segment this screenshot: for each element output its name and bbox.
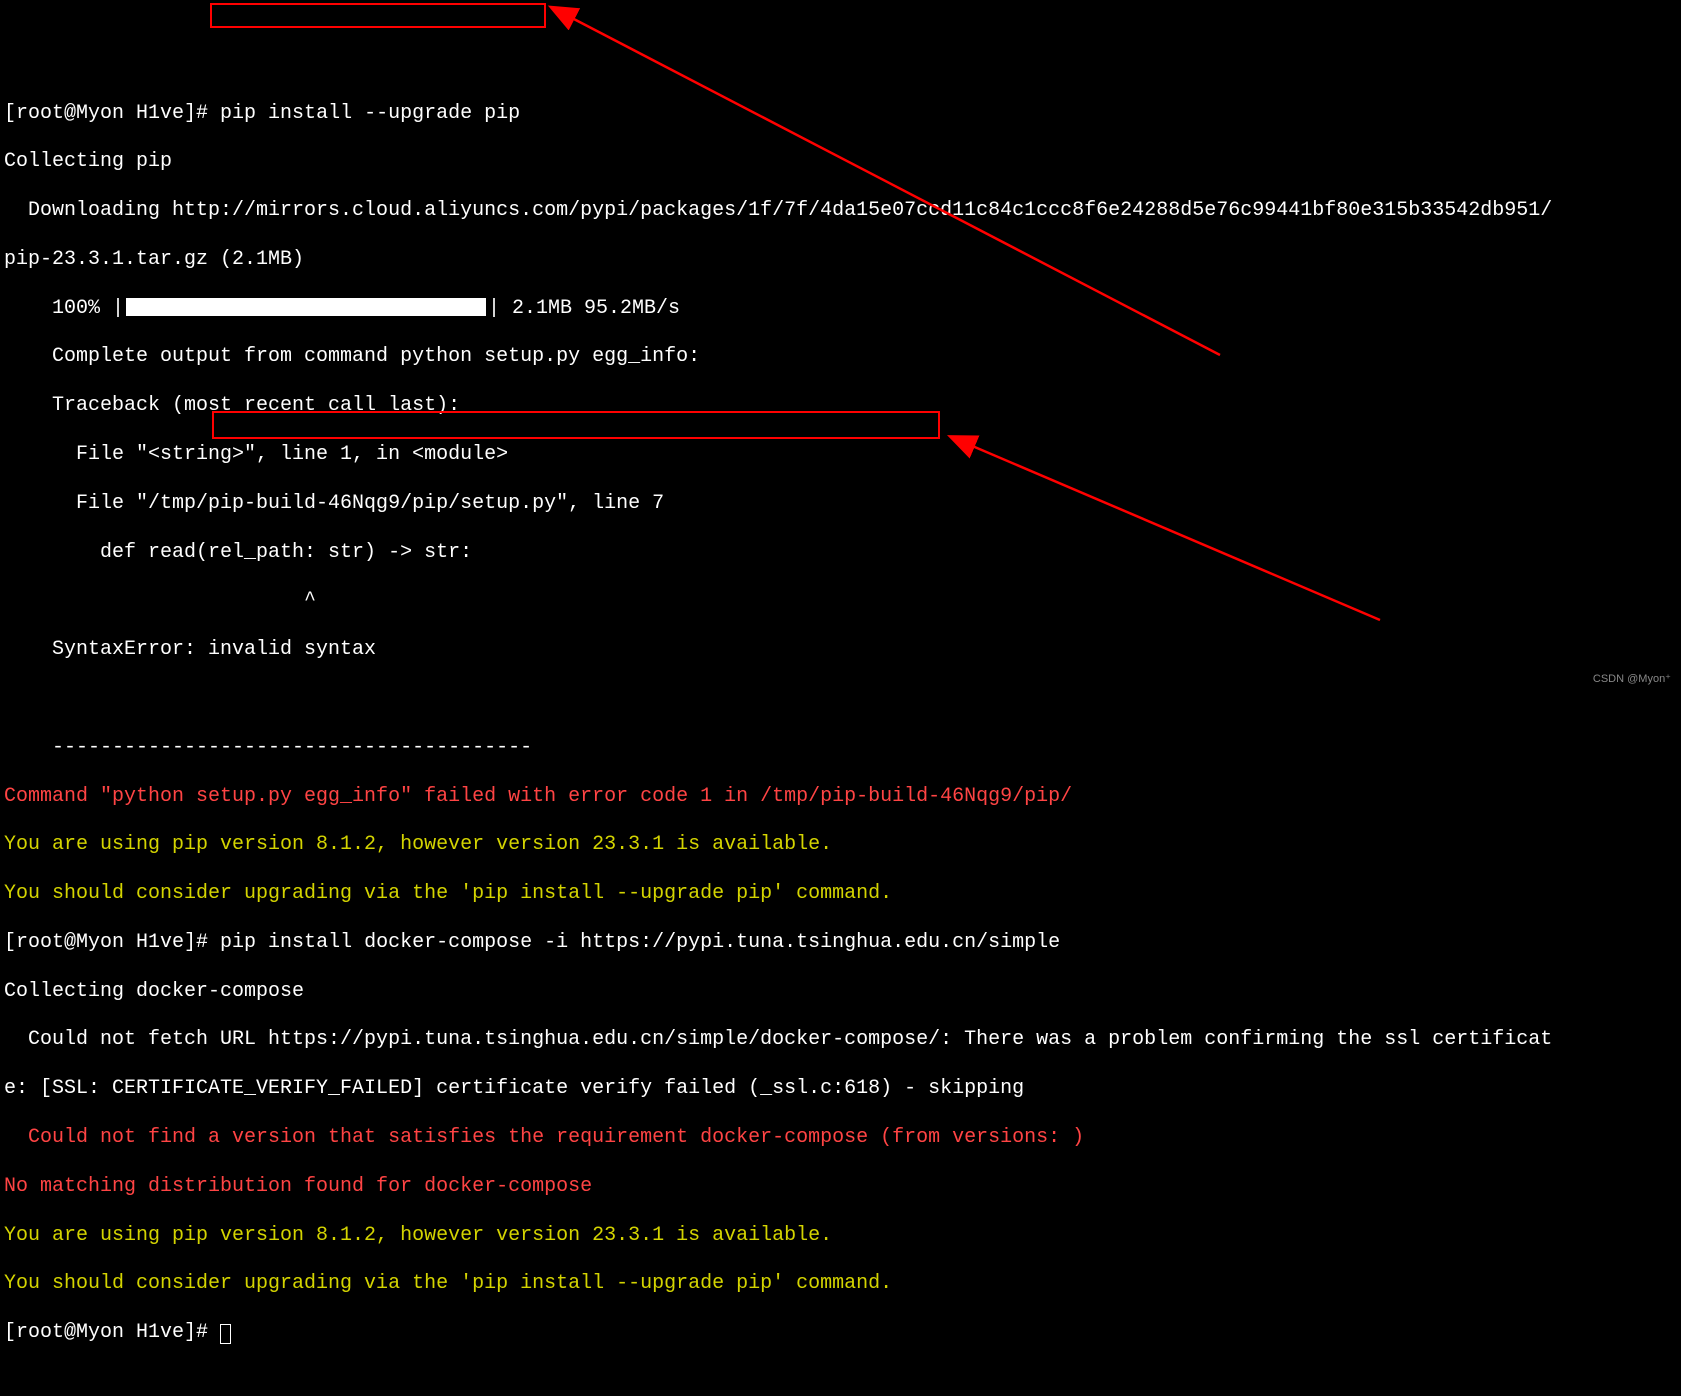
shell-prompt: [root@Myon H1ve]# xyxy=(4,102,220,125)
output-line: File "<string>", line 1, in <module> xyxy=(4,443,1681,467)
warning-line: You are using pip version 8.1.2, however… xyxy=(4,1224,1681,1248)
command-text[interactable]: pip install --upgrade pip xyxy=(220,102,520,125)
terminal-line: [root@Myon H1ve]# xyxy=(4,1321,1681,1345)
progress-speed: | 2.1MB 95.2MB/s xyxy=(488,297,680,320)
terminal-line: [root@Myon H1ve]# pip install --upgrade … xyxy=(4,102,1681,126)
warning-line: You should consider upgrading via the 'p… xyxy=(4,882,1681,906)
output-line: Traceback (most recent call last): xyxy=(4,394,1681,418)
warning-line: You should consider upgrading via the 'p… xyxy=(4,1272,1681,1296)
error-line: No matching distribution found for docke… xyxy=(4,1175,1681,1199)
shell-prompt: [root@Myon H1ve]# xyxy=(4,931,220,954)
progress-line: 100% | | 2.1MB 95.2MB/s xyxy=(4,297,1681,321)
output-line xyxy=(4,687,1681,711)
output-line: SyntaxError: invalid syntax xyxy=(4,638,1681,662)
watermark-text: CSDN @Myon⁺ xyxy=(1593,673,1671,686)
error-line: Command "python setup.py egg_info" faile… xyxy=(4,785,1681,809)
output-line: ^ xyxy=(4,589,1681,613)
shell-prompt: [root@Myon H1ve]# xyxy=(4,1321,220,1344)
output-line: Could not fetch URL https://pypi.tuna.ts… xyxy=(4,1028,1681,1052)
output-line: Collecting pip xyxy=(4,150,1681,174)
output-line: e: [SSL: CERTIFICATE_VERIFY_FAILED] cert… xyxy=(4,1077,1681,1101)
error-line: Could not find a version that satisfies … xyxy=(4,1126,1681,1150)
warning-line: You are using pip version 8.1.2, however… xyxy=(4,833,1681,857)
progress-bar-fill xyxy=(126,298,486,316)
output-line: def read(rel_path: str) -> str: xyxy=(4,541,1681,565)
progress-percent: 100% | xyxy=(4,297,124,320)
terminal-line: [root@Myon H1ve]# pip install docker-com… xyxy=(4,931,1681,955)
annotation-highlight-box xyxy=(210,3,546,28)
output-line: pip-23.3.1.tar.gz (2.1MB) xyxy=(4,248,1681,272)
output-line: Downloading http://mirrors.cloud.aliyunc… xyxy=(4,199,1681,223)
cursor-icon[interactable] xyxy=(220,1324,231,1344)
output-line: Complete output from command python setu… xyxy=(4,345,1681,369)
output-line: File "/tmp/pip-build-46Nqg9/pip/setup.py… xyxy=(4,492,1681,516)
output-line: ---------------------------------------- xyxy=(4,736,1681,760)
command-text[interactable]: pip install docker-compose -i https://py… xyxy=(220,931,1060,954)
output-line: Collecting docker-compose xyxy=(4,980,1681,1004)
